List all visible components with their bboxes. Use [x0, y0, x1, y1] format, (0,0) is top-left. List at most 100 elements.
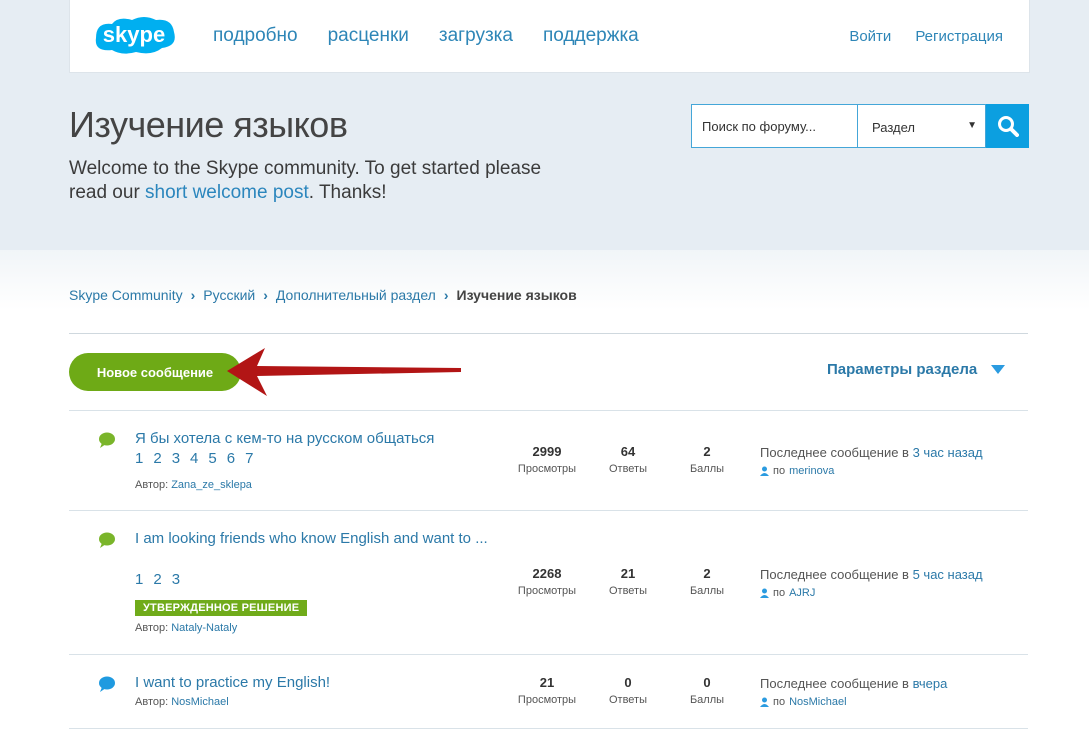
kudos-stat: 2 Баллы — [667, 566, 747, 597]
author-link[interactable]: NosMichael — [171, 696, 228, 708]
user-icon — [760, 588, 769, 598]
page-link[interactable]: 3 — [172, 450, 180, 467]
page-link[interactable]: 5 — [208, 450, 216, 467]
nav-item-download[interactable]: загрузка — [439, 25, 513, 47]
main-nav: подробно расценки загрузка поддержка — [213, 25, 639, 47]
red-arrow-annotation — [227, 348, 461, 396]
author-label: Автор: — [135, 696, 172, 708]
caret-down-icon — [991, 365, 1006, 374]
dropdown-arrow-icon: ▼ — [967, 120, 977, 131]
chevron-right-icon: › — [190, 287, 196, 303]
user-icon — [760, 466, 769, 476]
kudos-label: Баллы — [689, 585, 725, 597]
views-label: Просмотры — [517, 463, 577, 475]
replies-count: 21 — [620, 566, 636, 581]
search-button[interactable] — [986, 104, 1029, 148]
by-label: по — [773, 696, 786, 708]
author-label: Автор: — [135, 622, 172, 634]
welcome-post-link[interactable]: short welcome post — [145, 182, 309, 203]
replies-label: Ответы — [608, 463, 647, 475]
page-link[interactable]: 1 — [135, 571, 143, 588]
topic-row: I am looking friends who know English an… — [69, 510, 1028, 654]
last-post-user[interactable]: NosMichael — [789, 696, 846, 708]
topic-author: Автор: Nataly-Nataly — [135, 622, 237, 634]
topic-row: Я бы хотела с кем-то на русском общаться… — [69, 410, 1028, 510]
section-params-menu[interactable]: Параметры раздела — [827, 361, 1006, 378]
kudos-count: 2 — [703, 444, 711, 459]
register-link[interactable]: Регистрация — [915, 28, 1003, 45]
author-label: Автор: — [135, 479, 172, 491]
breadcrumb-additional[interactable]: Дополнительный раздел — [276, 287, 436, 303]
search-scope-select[interactable]: Раздел ▼ — [857, 104, 986, 148]
breadcrumb-community[interactable]: Skype Community — [69, 287, 183, 303]
login-link[interactable]: Войти — [849, 28, 891, 45]
last-post: Последнее сообщение в 5 час назад по AJR… — [760, 567, 983, 599]
kudos-label: Баллы — [689, 463, 725, 475]
topic-author: Автор: Zana_ze_sklepa — [135, 479, 252, 491]
replies-label: Ответы — [608, 694, 647, 706]
page-link[interactable]: 6 — [227, 450, 235, 467]
last-post-time[interactable]: 3 час назад — [913, 445, 983, 460]
top-navbar: skype подробно расценки загрузка поддерж… — [69, 0, 1030, 73]
page-link[interactable]: 1 — [135, 450, 143, 467]
views-count: 21 — [539, 675, 555, 690]
last-post-user[interactable]: merinova — [789, 465, 834, 477]
chat-bubble-icon — [99, 676, 115, 692]
chat-bubble-icon — [99, 532, 115, 548]
svg-text:skype: skype — [103, 22, 165, 47]
nav-item-support[interactable]: поддержка — [543, 25, 639, 47]
welcome-text-end: . Thanks! — [308, 182, 387, 203]
new-post-button[interactable]: Новое сообщение — [69, 353, 241, 391]
section-params-label: Параметры раздела — [827, 361, 978, 378]
account-links: Войти Регистрация — [849, 28, 1003, 45]
breadcrumb-russian[interactable]: Русский — [203, 287, 255, 303]
replies-stat: 64 Ответы — [588, 444, 668, 475]
chevron-right-icon: › — [263, 287, 268, 303]
topic-author: Автор: NosMichael — [135, 696, 229, 708]
breadcrumb: Skype Community › Русский › Дополнительн… — [69, 287, 577, 303]
page-link[interactable]: 2 — [153, 450, 161, 467]
last-post-user[interactable]: AJRJ — [789, 587, 815, 599]
welcome-text: Welcome to the Skype community. To get s… — [69, 157, 569, 205]
topic-title[interactable]: I am looking friends who know English an… — [135, 528, 505, 549]
replies-label: Ответы — [608, 585, 647, 597]
topic-pages: 1 2 3 — [135, 571, 180, 588]
topic-title[interactable]: I want to practice my English! — [135, 672, 505, 693]
author-link[interactable]: Nataly-Nataly — [171, 622, 237, 634]
kudos-label: Баллы — [689, 694, 725, 706]
views-count: 2999 — [532, 444, 562, 459]
replies-count: 0 — [624, 675, 632, 690]
last-post-time[interactable]: 5 час назад — [913, 567, 983, 582]
last-post: Последнее сообщение в вчера по NosMichae… — [760, 676, 947, 708]
last-post-label: Последнее сообщение в — [760, 567, 913, 582]
last-post-time[interactable]: вчера — [913, 676, 948, 691]
page-title: Изучение языков — [69, 104, 348, 145]
solved-badge: УТВЕРЖДЕННОЕ РЕШЕНИЕ — [135, 600, 308, 616]
skype-logo[interactable]: skype — [88, 12, 180, 58]
replies-stat: 0 Ответы — [588, 675, 668, 706]
last-post-label: Последнее сообщение в — [760, 445, 913, 460]
nav-item-details[interactable]: подробно — [213, 25, 298, 47]
last-post: Последнее сообщение в 3 час назад по mer… — [760, 445, 983, 477]
author-link[interactable]: Zana_ze_sklepa — [171, 479, 252, 491]
by-label: по — [773, 587, 786, 599]
kudos-stat: 0 Баллы — [667, 675, 747, 706]
topic-title[interactable]: Я бы хотела с кем-то на русском общаться — [135, 428, 505, 449]
topic-pages: 1 2 3 4 5 6 7 — [135, 450, 253, 467]
page-link[interactable]: 7 — [245, 450, 253, 467]
search-icon — [997, 116, 1019, 137]
kudos-count: 0 — [703, 675, 711, 690]
views-label: Просмотры — [517, 585, 577, 597]
search-input[interactable] — [691, 104, 857, 148]
chat-bubble-icon — [99, 432, 115, 448]
kudos-count: 2 — [703, 566, 711, 581]
views-stat: 2268 Просмотры — [507, 566, 587, 597]
views-count: 2268 — [532, 566, 562, 581]
page-link[interactable]: 2 — [153, 571, 161, 588]
nav-item-pricing[interactable]: расценки — [328, 25, 409, 47]
topic-row: I want to practice my English! Автор: No… — [69, 654, 1028, 729]
page-link[interactable]: 4 — [190, 450, 198, 467]
kudos-stat: 2 Баллы — [667, 444, 747, 475]
page-link[interactable]: 3 — [172, 571, 180, 588]
by-label: по — [773, 465, 786, 477]
